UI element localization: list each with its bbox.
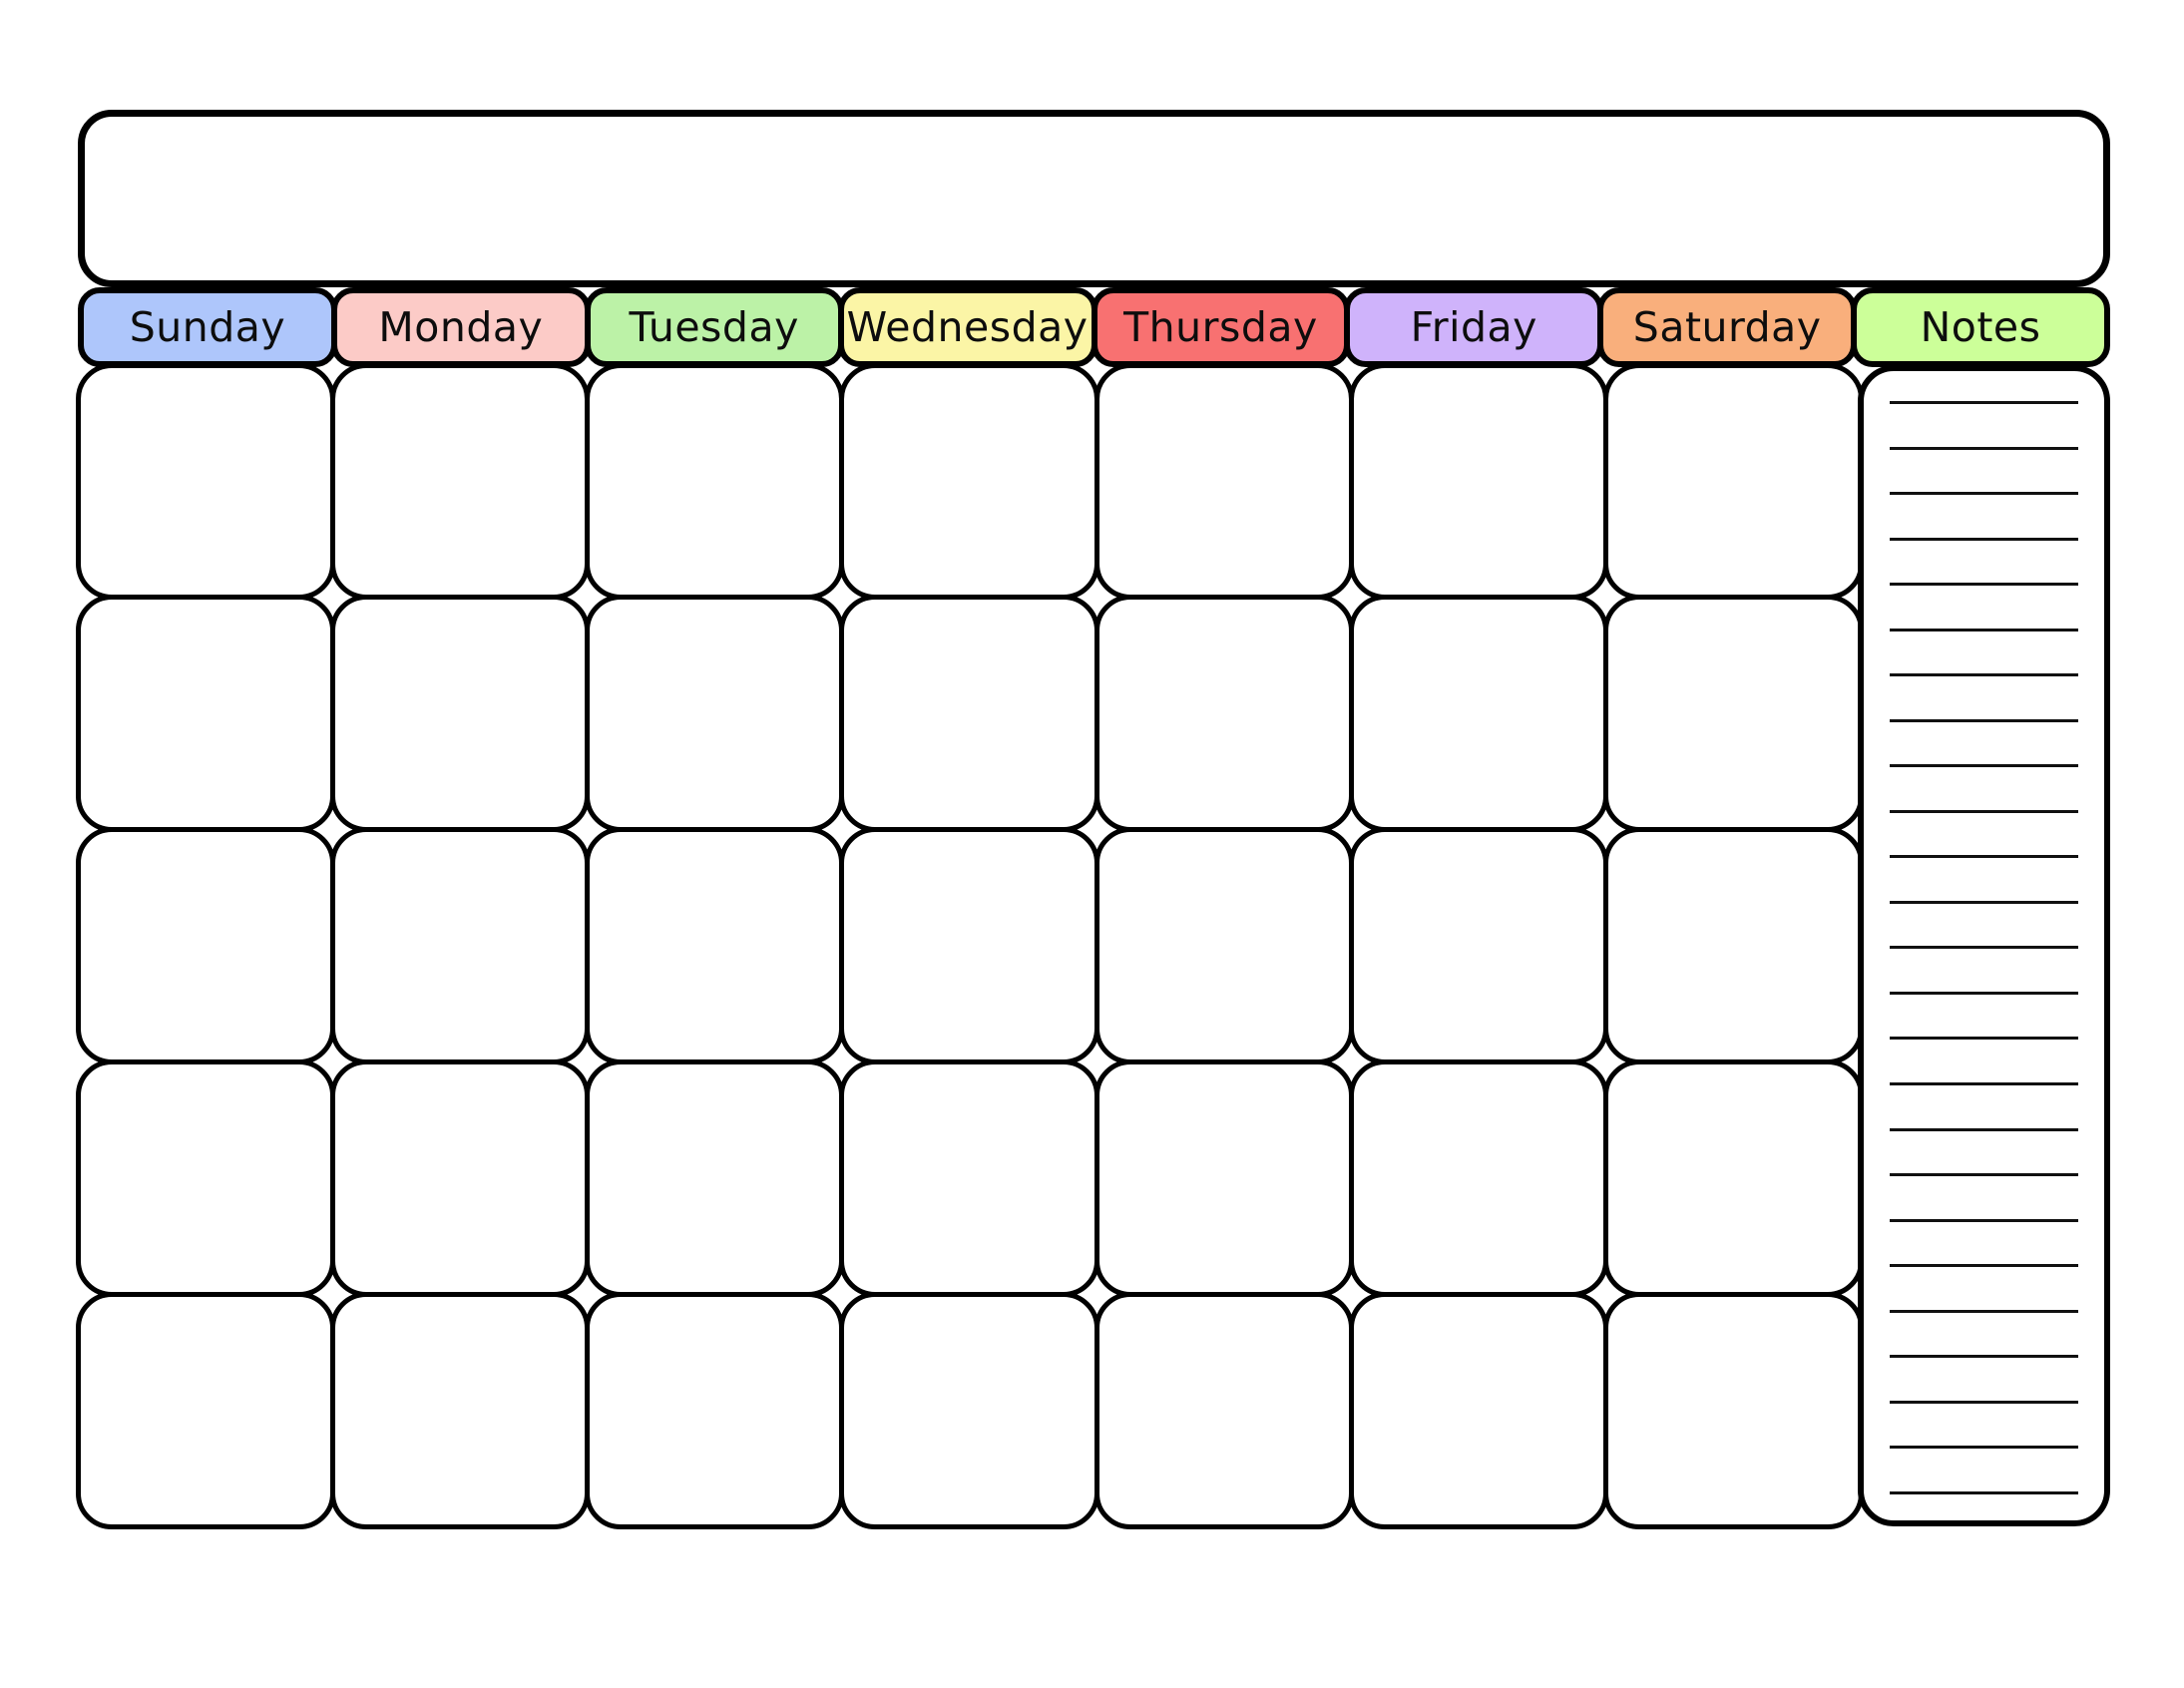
- day-cell[interactable]: [839, 1291, 1099, 1529]
- day-cell[interactable]: [329, 362, 591, 601]
- day-cell[interactable]: [839, 827, 1099, 1064]
- day-cell[interactable]: [1093, 595, 1354, 833]
- note-line[interactable]: [1890, 718, 2078, 722]
- notes-line-stack: [1890, 401, 2078, 1494]
- note-line[interactable]: [1890, 1127, 2078, 1131]
- note-line[interactable]: [1890, 991, 2078, 995]
- note-line[interactable]: [1890, 1355, 2078, 1359]
- note-line[interactable]: [1890, 1400, 2078, 1404]
- note-line[interactable]: [1890, 946, 2078, 950]
- day-cell[interactable]: [839, 362, 1099, 601]
- day-cell[interactable]: [1603, 1058, 1864, 1297]
- weekday-header-label: Saturday: [1632, 302, 1822, 351]
- note-line[interactable]: [1890, 492, 2078, 496]
- weekday-header-monday[interactable]: Monday: [330, 287, 591, 367]
- day-cell[interactable]: [839, 1058, 1099, 1297]
- weekday-header-wednesday[interactable]: Wednesday: [837, 287, 1097, 367]
- weekday-header-saturday[interactable]: Saturday: [1597, 287, 1858, 367]
- day-cell[interactable]: [1603, 1291, 1864, 1529]
- day-cell[interactable]: [75, 362, 335, 601]
- weekday-header-label: Thursday: [1123, 302, 1318, 351]
- day-cell[interactable]: [585, 595, 845, 833]
- weekday-header-thursday[interactable]: Thursday: [1091, 287, 1351, 367]
- day-cell[interactable]: [585, 362, 845, 601]
- day-cell[interactable]: [1093, 1058, 1354, 1297]
- note-line[interactable]: [1890, 1264, 2078, 1268]
- note-line[interactable]: [1890, 628, 2078, 632]
- note-line[interactable]: [1890, 446, 2078, 450]
- weekday-header-row: Sunday Monday Tuesday Wednesday Thursday Frid…: [78, 287, 2110, 367]
- day-cell[interactable]: [1348, 827, 1609, 1064]
- note-line[interactable]: [1890, 537, 2078, 541]
- day-cell[interactable]: [75, 1058, 335, 1297]
- note-line[interactable]: [1890, 583, 2078, 587]
- note-line[interactable]: [1890, 900, 2078, 904]
- weekday-header-label: Sunday: [129, 302, 286, 351]
- weekday-header-label: Notes: [1920, 302, 2041, 351]
- weekday-header-label: Wednesday: [846, 302, 1089, 351]
- note-line[interactable]: [1890, 764, 2078, 768]
- notes-panel[interactable]: [1858, 365, 2110, 1526]
- day-cell-grid: [75, 362, 1864, 1529]
- day-cell[interactable]: [1603, 827, 1864, 1064]
- day-cell[interactable]: [1348, 1291, 1609, 1529]
- day-cell[interactable]: [75, 827, 335, 1064]
- day-cell[interactable]: [585, 1058, 845, 1297]
- day-cell[interactable]: [1093, 362, 1354, 601]
- weekday-header-label: Monday: [378, 302, 544, 351]
- weekday-header-tuesday[interactable]: Tuesday: [584, 287, 844, 367]
- note-line[interactable]: [1890, 809, 2078, 813]
- day-cell[interactable]: [329, 1291, 591, 1529]
- note-line[interactable]: [1890, 1490, 2078, 1494]
- day-cell[interactable]: [839, 595, 1099, 833]
- note-line[interactable]: [1890, 855, 2078, 859]
- day-cell[interactable]: [329, 827, 591, 1064]
- day-cell[interactable]: [75, 595, 335, 833]
- weekday-header-label: Friday: [1410, 302, 1537, 351]
- day-cell[interactable]: [585, 1291, 845, 1529]
- note-line[interactable]: [1890, 1173, 2078, 1177]
- weekday-header-notes[interactable]: Notes: [1851, 287, 2110, 367]
- weekday-header-friday[interactable]: Friday: [1344, 287, 1604, 367]
- day-cell[interactable]: [1093, 1291, 1354, 1529]
- note-line[interactable]: [1890, 1446, 2078, 1450]
- day-cell[interactable]: [1603, 362, 1864, 601]
- note-line[interactable]: [1890, 1309, 2078, 1313]
- day-cell[interactable]: [1093, 827, 1354, 1064]
- note-line[interactable]: [1890, 1037, 2078, 1041]
- note-line[interactable]: [1890, 1218, 2078, 1222]
- month-title-box[interactable]: [78, 110, 2110, 287]
- day-cell[interactable]: [1603, 595, 1864, 833]
- day-cell[interactable]: [585, 827, 845, 1064]
- calendar-page: Sunday Monday Tuesday Wednesday Thursday Frid…: [0, 0, 2184, 1688]
- day-cell[interactable]: [1348, 595, 1609, 833]
- day-cell[interactable]: [1348, 362, 1609, 601]
- day-cell[interactable]: [329, 1058, 591, 1297]
- weekday-header-label: Tuesday: [629, 302, 799, 351]
- weekday-header-sunday[interactable]: Sunday: [78, 287, 337, 367]
- day-cell[interactable]: [1348, 1058, 1609, 1297]
- note-line[interactable]: [1890, 1081, 2078, 1085]
- note-line[interactable]: [1890, 401, 2078, 404]
- day-cell[interactable]: [329, 595, 591, 833]
- note-line[interactable]: [1890, 673, 2078, 677]
- day-cell[interactable]: [75, 1291, 335, 1529]
